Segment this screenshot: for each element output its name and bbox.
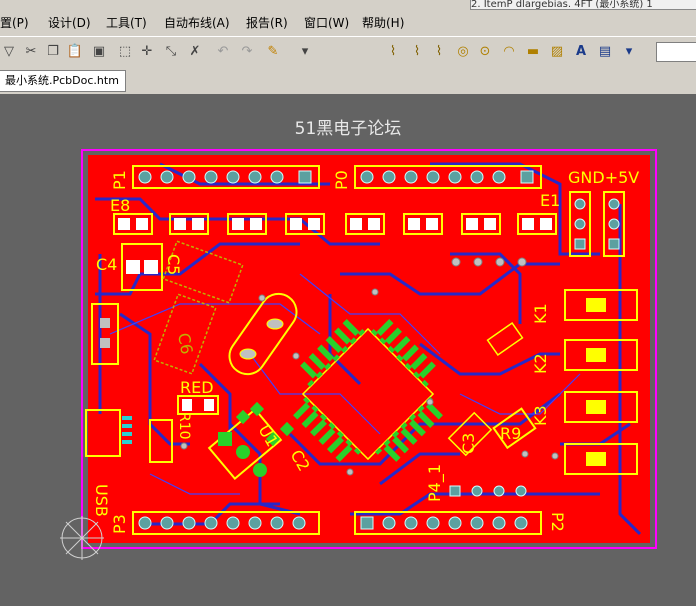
- undo-icon[interactable]: ↶: [214, 43, 232, 61]
- origin-marker: [60, 516, 104, 560]
- label-p4-1: P4_1: [425, 464, 445, 502]
- toolbar: ▽ ✂ ❐ 📋 ▣ ⬚ ✛ ⤡ ✗ ↶ ↷ ✎ ▾ ⌇ ⌇ ⌇ ◎ ⊙ ◠ ▬ …: [0, 36, 696, 68]
- document-tab[interactable]: 最小系统.PcbDoc.htm: [0, 70, 126, 92]
- select-area-icon[interactable]: ⬚: [116, 43, 134, 61]
- label-r10: R10: [176, 412, 192, 440]
- move-icon[interactable]: ✛: [138, 43, 156, 61]
- place-fill-icon[interactable]: ▬: [524, 43, 542, 61]
- rubber-stamp-icon[interactable]: ▣: [90, 43, 108, 61]
- label-p3: P3: [110, 514, 129, 534]
- window-title-fragment: 2. ItemP dlargebias. 4FT (最小系统) 1: [470, 0, 696, 10]
- place-pad-icon[interactable]: ◎: [454, 43, 472, 61]
- menu-help[interactable]: 帮助(H): [362, 14, 404, 31]
- label-c5: C5: [164, 254, 183, 275]
- interactive-route-icon[interactable]: ⌇: [384, 43, 402, 61]
- filter-icon[interactable]: ▽: [0, 43, 18, 61]
- layer-select[interactable]: [656, 42, 696, 62]
- label-c3: C3: [459, 433, 478, 454]
- menu-design[interactable]: 设计(D): [48, 14, 91, 31]
- menu-window[interactable]: 窗口(W): [304, 14, 349, 31]
- menu-tools[interactable]: 工具(T): [106, 14, 147, 31]
- label-k1: K1: [531, 303, 550, 324]
- place-string-icon[interactable]: A: [572, 43, 590, 61]
- label-k3: K3: [531, 405, 550, 426]
- document-tab-row: 最小系统.PcbDoc.htm: [0, 66, 696, 94]
- route-diff-pair-icon[interactable]: ⌇: [408, 43, 426, 61]
- label-e8: E8: [110, 196, 130, 215]
- label-gnd5v: GND+5V: [568, 168, 639, 187]
- label-c6: C6: [174, 331, 196, 355]
- label-usb: USB: [92, 484, 111, 517]
- label-p1: P1: [110, 170, 129, 190]
- cut-icon[interactable]: ✂: [22, 43, 40, 61]
- route-multiple-icon[interactable]: ⌇: [430, 43, 448, 61]
- place-via-icon[interactable]: ⊙: [476, 43, 494, 61]
- menu-bar: 2. ItemP dlargebias. 4FT (最小系统) 1 置(P) 设…: [0, 0, 696, 36]
- place-polygon-icon[interactable]: ▨: [548, 43, 566, 61]
- label-red: RED: [180, 378, 214, 397]
- combo-box-1[interactable]: ▾: [296, 43, 314, 61]
- menu-autoroute[interactable]: 自动布线(A): [164, 14, 230, 31]
- label-p2: P2: [548, 512, 567, 532]
- label-e1: E1: [540, 191, 560, 210]
- more-tools-icon[interactable]: ▾: [620, 43, 638, 61]
- clear-icon[interactable]: ✗: [186, 43, 204, 61]
- label-p0: P0: [332, 170, 351, 190]
- crosshair-tool-icon[interactable]: ✎: [264, 43, 282, 61]
- paste-icon[interactable]: 📋: [66, 43, 84, 61]
- menu-place[interactable]: 置(P): [0, 14, 29, 31]
- label-k2: K2: [531, 353, 550, 374]
- redo-icon[interactable]: ↷: [238, 43, 256, 61]
- copy-icon[interactable]: ❐: [44, 43, 62, 61]
- label-c4: C4: [96, 255, 117, 274]
- place-arc-icon[interactable]: ◠: [500, 43, 518, 61]
- pcb-workspace[interactable]: 51黑电子论坛 P1 P0 E8 E1 GND+5V C4 C5 C6 RED …: [0, 94, 696, 606]
- pcb-canvas[interactable]: P1 P0 E8 E1 GND+5V C4 C5 C6 RED R10 U1 C…: [0, 94, 696, 606]
- menu-reports[interactable]: 报告(R): [246, 14, 288, 31]
- deselect-icon[interactable]: ⤡: [162, 43, 180, 61]
- label-r9: R9: [500, 424, 521, 443]
- place-component-icon[interactable]: ▤: [596, 43, 614, 61]
